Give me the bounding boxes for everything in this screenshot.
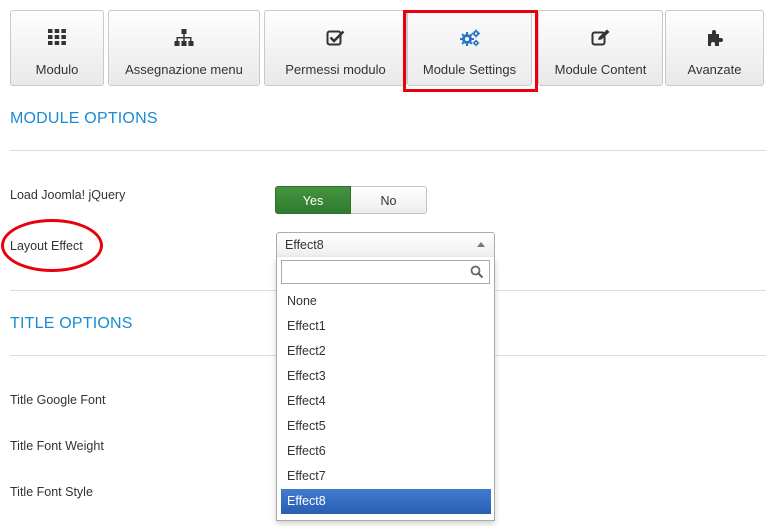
load-jquery-label: Load Joomla! jQuery — [10, 188, 126, 202]
gears-icon — [408, 29, 531, 49]
sitemap-icon — [109, 29, 259, 49]
tab-label: Modulo — [35, 62, 79, 77]
tab-module-content[interactable]: Module Content — [538, 10, 663, 86]
selected-value: Effect8 — [285, 238, 324, 252]
option-effect5[interactable]: Effect5 — [281, 414, 491, 439]
edit-icon — [539, 29, 662, 49]
layout-effect-select[interactable]: Effect8 — [276, 232, 495, 258]
layout-effect-dropdown: None Effect1 Effect2 Effect3 Effect4 Eff… — [276, 257, 495, 521]
title-font-style-label: Title Font Style — [10, 485, 93, 499]
tab-label: Module Content — [554, 62, 647, 77]
no-button[interactable]: No — [351, 186, 427, 214]
tab-modulo[interactable]: Modulo — [10, 10, 104, 86]
checkbox-icon — [265, 29, 406, 49]
load-jquery-toggle: Yes No — [275, 186, 427, 214]
yes-button[interactable]: Yes — [275, 186, 351, 214]
tab-permessi-modulo[interactable]: Permessi modulo — [264, 10, 407, 86]
caret-up-icon — [477, 242, 485, 247]
tab-assegnazione-menu[interactable]: Assegnazione menu — [108, 10, 260, 86]
option-effect8[interactable]: Effect8 — [281, 489, 491, 514]
option-effect3[interactable]: Effect3 — [281, 364, 491, 389]
option-effect7[interactable]: Effect7 — [281, 464, 491, 489]
option-effect2[interactable]: Effect2 — [281, 339, 491, 364]
section-title-title-options: TITLE OPTIONS — [10, 315, 133, 332]
divider — [10, 150, 766, 151]
grid-icon — [11, 29, 103, 49]
dropdown-search — [281, 260, 490, 284]
tab-label: Assegnazione menu — [125, 62, 243, 77]
tab-bar: Modulo Assegnazione menu Permessi modulo… — [10, 10, 766, 86]
option-none[interactable]: None — [281, 289, 491, 314]
title-font-weight-label: Title Font Weight — [10, 439, 104, 453]
option-effect4[interactable]: Effect4 — [281, 389, 491, 414]
dropdown-search-input[interactable] — [284, 262, 468, 284]
tab-module-settings[interactable]: Module Settings — [407, 10, 532, 86]
option-effect1[interactable]: Effect1 — [281, 314, 491, 339]
puzzle-icon — [666, 29, 763, 49]
tab-avanzate[interactable]: Avanzate — [665, 10, 764, 86]
search-icon — [470, 265, 484, 284]
section-title-module-options: MODULE OPTIONS — [10, 110, 158, 127]
tab-label: Module Settings — [422, 62, 517, 77]
tab-label: Avanzate — [687, 62, 742, 77]
title-google-font-label: Title Google Font — [10, 393, 106, 407]
option-effect6[interactable]: Effect6 — [281, 439, 491, 464]
layout-effect-label: Layout Effect — [10, 239, 83, 253]
tab-label: Permessi modulo — [285, 62, 386, 77]
